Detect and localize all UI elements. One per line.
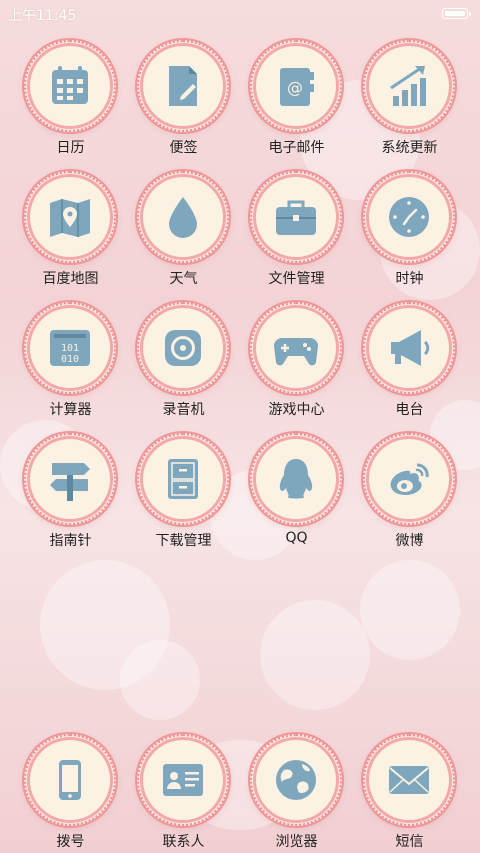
app-label: 录音机 [162,402,205,418]
app-weather[interactable]: 天气 [127,171,240,287]
app-label: 时钟 [395,271,424,287]
app-clock[interactable]: 时钟 [353,171,466,287]
app-weibo[interactable]: 微博 [353,433,466,549]
app-label: 便签 [169,140,198,156]
app-recorder[interactable]: 录音机 [127,302,240,418]
app-calculator[interactable]: 101 010 计算器 [14,302,127,418]
signpost-icon [50,463,90,501]
note-icon [169,66,197,106]
app-download-manager[interactable]: 下载管理 [127,433,240,549]
drop-icon [169,197,197,238]
app-label: 微博 [395,533,424,549]
app-email[interactable]: @ 电子邮件 [240,40,353,156]
update-chart-icon [390,66,426,106]
app-label: 浏览器 [275,834,318,850]
app-label: 电台 [395,402,424,418]
app-file-manager[interactable]: 文件管理 [240,171,353,287]
status-bar: 上午11:45 [0,0,480,28]
app-calendar[interactable]: 日历 [14,40,127,156]
briefcase-icon [276,200,316,235]
dock-messages[interactable]: 短信 [353,734,466,850]
dock-phone[interactable]: 拨号 [14,734,127,850]
envelope-icon [389,766,429,794]
app-label: 天气 [169,271,198,287]
dock-contacts[interactable]: 联系人 [127,734,240,850]
app-label: 电子邮件 [268,140,325,156]
status-time: 上午11:45 [8,8,77,24]
app-game-center[interactable]: 游戏中心 [240,302,353,418]
svg-text:@: @ [287,78,303,97]
svg-text:010: 010 [61,354,79,365]
app-compass[interactable]: 指南针 [14,433,127,549]
app-baidu-map[interactable]: 百度地图 [14,171,127,287]
app-label: 下载管理 [155,533,212,549]
globe-icon [276,760,316,800]
app-label: 游戏中心 [268,402,325,418]
dock-browser[interactable]: 浏览器 [240,734,353,850]
mail-icon: @ [280,68,314,106]
app-label: 短信 [395,834,424,850]
app-label: 百度地图 [42,271,99,287]
gamepad-icon [274,338,318,366]
calculator-icon: 101 010 [50,330,90,366]
app-label: 系统更新 [381,140,438,156]
app-radio[interactable]: 电台 [353,302,466,418]
app-system-update[interactable]: 系统更新 [353,40,466,156]
penguin-icon [279,459,313,499]
calendar-icon [52,66,88,104]
svg-text:101: 101 [61,343,79,354]
contact-card-icon [163,764,203,796]
phone-icon [59,760,81,800]
recorder-icon [165,330,201,366]
cabinet-icon [168,459,198,499]
megaphone-icon [391,330,430,366]
weibo-icon [390,463,429,495]
app-label: QQ [285,530,308,546]
app-label: 拨号 [56,834,85,850]
map-icon [50,199,90,237]
app-qq[interactable]: QQ [240,433,353,549]
clock-icon [389,197,429,237]
app-notes[interactable]: 便签 [127,40,240,156]
app-label: 联系人 [162,834,205,850]
app-label: 计算器 [49,402,92,418]
app-label: 日历 [56,140,85,156]
app-label: 文件管理 [268,271,325,287]
battery-icon [442,8,471,19]
app-label: 指南针 [49,533,92,549]
